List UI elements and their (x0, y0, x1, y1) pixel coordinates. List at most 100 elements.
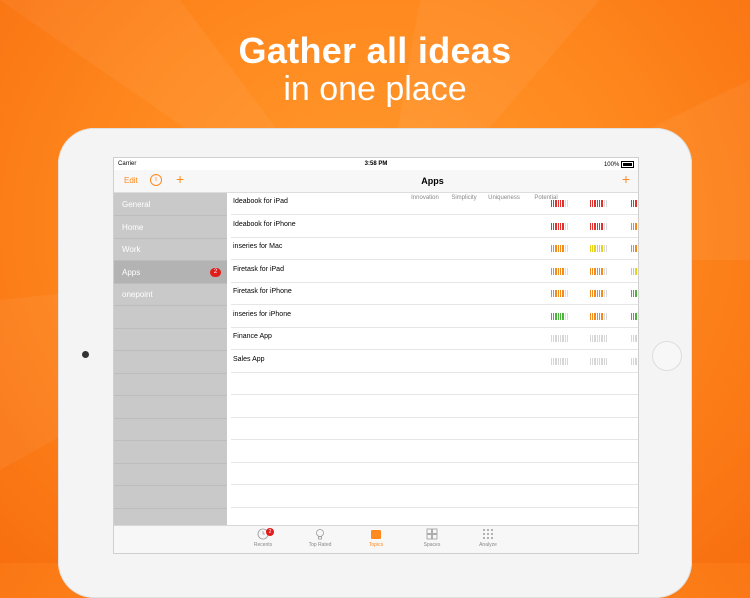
rating-bars (630, 290, 638, 297)
rating-bars (589, 245, 608, 252)
rating-bars (589, 335, 608, 342)
row-name: inseries for Mac (233, 243, 283, 250)
sidebar-item[interactable]: Home (114, 216, 227, 239)
rating-bars (550, 312, 569, 320)
count-badge: 2 (210, 267, 221, 277)
sidebar-empty-row (114, 486, 227, 509)
plus-icon[interactable]: + (176, 171, 184, 187)
sidebar-item[interactable]: onepoint (114, 283, 227, 306)
main-panel: Apps + Innovation Simplicity Uniqueness Pot… (227, 170, 638, 525)
battery-label: 100% (603, 162, 620, 169)
tab-top-rated[interactable]: Top Rated (295, 528, 345, 548)
rating-bars (589, 290, 608, 297)
tab-topics[interactable]: Topics (351, 528, 401, 548)
row-name: inseries for iPhone (233, 310, 291, 318)
sidebar-empty-row (114, 328, 227, 351)
tab-label: Topics (368, 542, 384, 548)
table-row[interactable]: Firetask for iPad (231, 260, 638, 283)
rating-bars (630, 222, 638, 230)
table-row[interactable]: Ideabook for iPad (231, 192, 638, 215)
status-bar: Carrier 3:58 PM 100% (114, 158, 638, 170)
table-empty-row (231, 485, 638, 508)
sidebar-empty-row (114, 463, 227, 486)
sidebar-item[interactable]: Work (114, 238, 227, 261)
rating-bars (630, 267, 638, 275)
rating-bars (589, 267, 608, 275)
camera (82, 351, 89, 358)
tab-analyze[interactable]: Analyze (463, 528, 513, 548)
grid-icon (426, 528, 438, 540)
battery-icon (621, 161, 634, 168)
rating-bars (550, 200, 569, 207)
tab-label: Top Rated (308, 542, 332, 548)
sidebar-item-label: onepoint (122, 290, 153, 299)
rating-bars (550, 245, 569, 252)
tab-bar: Recents 2 Top Rated Topics Spaces Analyze (114, 525, 638, 553)
row-name: Firetask for iPad (233, 265, 284, 273)
table-empty-row (231, 417, 638, 440)
headline-line1: Gather all ideas (238, 30, 512, 71)
home-button (652, 341, 682, 371)
rating-bars (630, 357, 638, 365)
rating-bars (550, 335, 569, 342)
rating-bars (589, 200, 608, 207)
table-row[interactable]: Ideabook for iPhone (231, 215, 638, 238)
sidebar-empty-row (114, 351, 227, 374)
sidebar-item-label: Work (122, 245, 141, 254)
rating-bars (589, 222, 608, 230)
sidebar-item-label: Apps (122, 267, 141, 277)
info-icon[interactable]: i (150, 174, 162, 186)
tab-label: Recents (253, 542, 273, 548)
row-name: Ideabook for iPhone (233, 220, 296, 228)
rating-bars (630, 335, 638, 342)
row-name: Firetask for iPhone (233, 288, 292, 295)
rating-bars (550, 357, 569, 365)
sidebar-item-label: General (122, 200, 151, 209)
lightbulb-icon (316, 529, 324, 540)
table-row[interactable]: Finance App (231, 327, 638, 350)
sidebar-item[interactable]: General (114, 193, 227, 216)
sidebar-item-label: Home (122, 222, 144, 232)
table-empty-row (231, 395, 638, 418)
folder-icon (371, 530, 381, 539)
rating-bars (550, 222, 569, 230)
row-name: Sales App (233, 355, 265, 363)
table-row[interactable]: Sales App (231, 350, 638, 373)
rating-bars (550, 267, 569, 275)
rating-bars (630, 245, 638, 252)
sidebar-empty-row (114, 441, 227, 464)
row-name: Finance App (233, 333, 272, 340)
tab-label: Spaces (423, 542, 441, 548)
row-name: Ideabook for iPad (233, 198, 288, 205)
sidebar-empty-row (114, 418, 227, 441)
table-row[interactable]: inseries for Mac (231, 237, 638, 260)
sidebar-toolbar: Edit i + (114, 170, 227, 193)
table-empty-row (231, 440, 638, 463)
tab-label: Analyze (479, 542, 497, 548)
page-title: Apps (421, 176, 444, 186)
tab-spaces[interactable]: Spaces (407, 528, 457, 548)
edit-button[interactable]: Edit (124, 176, 138, 185)
screen: Carrier 3:58 PM 100% Edit i + General Hom… (113, 157, 639, 554)
add-idea-icon[interactable]: + (622, 171, 630, 187)
sidebar-empty-row (114, 306, 227, 329)
rating-bars (589, 357, 608, 365)
table-row[interactable]: inseries for iPhone (231, 305, 638, 328)
rating-bars (630, 312, 638, 320)
rating-bars (630, 200, 638, 207)
rating-bars (550, 290, 569, 297)
battery-indicator: 100% (604, 161, 634, 168)
tab-recents[interactable]: Recents 2 (238, 528, 288, 548)
sidebar-item[interactable]: Apps 2 (114, 260, 227, 284)
sidebar: Edit i + General Home Work Apps 2 onepoint (114, 170, 227, 531)
table-empty-row (231, 372, 638, 395)
time-label: 3:58 PM (364, 161, 388, 167)
sidebar-empty-row (114, 396, 227, 419)
table-row[interactable]: Firetask for iPhone (231, 282, 638, 305)
table-empty-row (231, 462, 638, 485)
headline-line2: in one place (283, 70, 467, 108)
dots-icon (483, 529, 493, 539)
sidebar-empty-row (114, 373, 227, 396)
navbar: Apps + (227, 170, 638, 193)
tab-badge: 2 (266, 528, 274, 536)
